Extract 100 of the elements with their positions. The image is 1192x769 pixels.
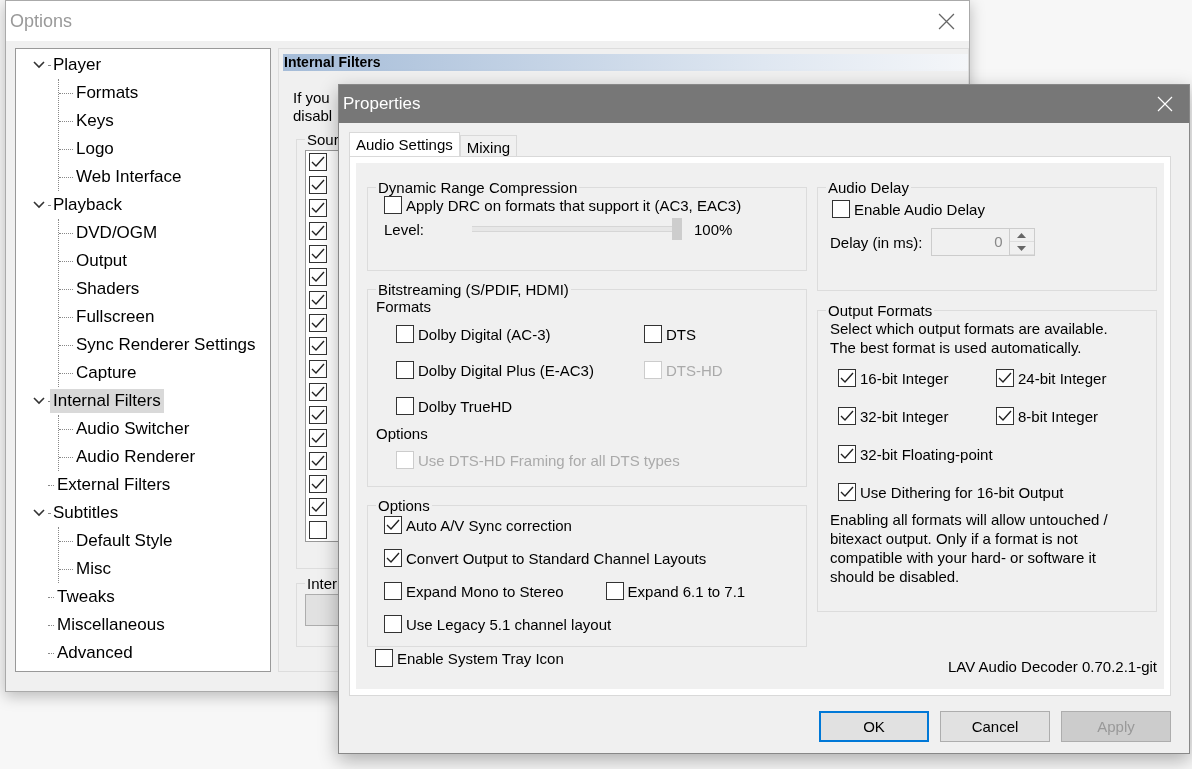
- tree-item[interactable]: Audio Renderer: [73, 445, 199, 469]
- checkmark-icon: [311, 432, 325, 444]
- tab[interactable]: Audio Settings: [349, 132, 460, 156]
- chevron-down-icon[interactable]: [33, 509, 45, 517]
- chevron-down-icon[interactable]: [33, 61, 45, 69]
- checkmark-icon: [311, 363, 325, 375]
- checkbox[interactable]: 24-bit Integer: [996, 369, 1107, 387]
- tree-item[interactable]: Misc: [73, 557, 114, 581]
- checkmark-icon: [311, 478, 325, 490]
- checkbox[interactable]: 16-bit Integer: [838, 369, 949, 387]
- checkbox[interactable]: [309, 452, 327, 470]
- checkbox[interactable]: Expand Mono to Stereo: [384, 582, 564, 600]
- tree-item[interactable]: Audio Switcher: [73, 417, 193, 441]
- checkmark-icon: [840, 448, 854, 460]
- checkbox[interactable]: [309, 429, 327, 447]
- checkmark-icon: [311, 179, 325, 191]
- group-title: Output Formats: [827, 302, 934, 319]
- close-icon[interactable]: [938, 12, 955, 30]
- checkmark-icon: [311, 225, 325, 237]
- spin-up-icon[interactable]: [1017, 232, 1026, 238]
- tab[interactable]: Mixing: [459, 135, 518, 156]
- tree-item[interactable]: Default Style: [73, 529, 176, 553]
- tree-item[interactable]: Subtitles: [50, 501, 122, 525]
- checkbox[interactable]: [309, 475, 327, 493]
- tree-item[interactable]: Output: [73, 249, 131, 273]
- checkbox[interactable]: [309, 406, 327, 424]
- tree-item[interactable]: Logo: [73, 137, 117, 161]
- checkbox[interactable]: Enable System Tray Icon: [375, 649, 564, 667]
- group-title: Audio Delay: [827, 179, 910, 196]
- checkbox[interactable]: Convert Output to Standard Channel Layouts: [384, 549, 707, 567]
- delay-label: Delay (in ms):: [830, 233, 923, 251]
- checkbox[interactable]: DTS: [644, 325, 696, 343]
- group-title: Sour: [306, 131, 340, 148]
- checkmark-icon: [311, 248, 325, 260]
- checkbox[interactable]: Use Dithering for 16-bit Output: [838, 483, 1064, 501]
- checkbox[interactable]: Use Legacy 5.1 channel layout: [384, 615, 612, 633]
- tree-item[interactable]: External Filters: [54, 473, 174, 497]
- checkbox[interactable]: [309, 337, 327, 355]
- checkbox[interactable]: [309, 199, 327, 217]
- checkbox[interactable]: 8-bit Integer: [996, 407, 1099, 425]
- checkbox[interactable]: [309, 360, 327, 378]
- tree-item[interactable]: Playback: [50, 193, 125, 217]
- checkbox[interactable]: [309, 222, 327, 240]
- checkmark-icon: [311, 317, 325, 329]
- group-title: Dynamic Range Compression: [377, 179, 579, 196]
- output-formats-note: Enabling all formats will allow untouched / bitexact output. Only if a format is not compatible with your hard- or software it should be disabled.: [830, 510, 1108, 586]
- tree-item[interactable]: Miscellaneous: [54, 613, 168, 637]
- spin-down-icon[interactable]: [1017, 245, 1026, 251]
- checkbox[interactable]: Expand 6.1 to 7.1: [605, 582, 746, 600]
- ok-button[interactable]: OK: [819, 711, 929, 742]
- dialog-button[interactable]: Cancel: [940, 711, 1050, 742]
- tree-item[interactable]: Advanced: [54, 641, 136, 665]
- tree-item[interactable]: Tweaks: [54, 585, 118, 609]
- checkbox[interactable]: [309, 314, 327, 332]
- chevron-down-icon[interactable]: [33, 397, 45, 405]
- checkbox[interactable]: [309, 176, 327, 194]
- tree-item[interactable]: Shaders: [73, 277, 143, 301]
- tree-item[interactable]: Fullscreen: [73, 305, 158, 329]
- dialog-title: Properties: [343, 94, 421, 114]
- checkbox[interactable]: Dolby TrueHD: [396, 397, 513, 415]
- checkbox[interactable]: [309, 521, 327, 539]
- tree-item[interactable]: Capture: [73, 361, 140, 385]
- subsection-label: Options: [376, 425, 428, 442]
- checkmark-icon: [840, 410, 854, 422]
- tree-item[interactable]: Internal Filters: [50, 389, 164, 413]
- tree-item[interactable]: DVD/OGM: [73, 221, 161, 245]
- subsection-label: Formats: [376, 298, 431, 315]
- checkmark-icon: [311, 156, 325, 168]
- checkmark-icon: [311, 501, 325, 513]
- checkmark-icon: [386, 519, 400, 531]
- checkbox[interactable]: [309, 498, 327, 516]
- output-formats-description: Select which output formats are available. The best format is used automatically.: [830, 319, 1108, 357]
- checkmark-icon: [311, 202, 325, 214]
- tree-item[interactable]: Sync Renderer Settings: [73, 333, 259, 357]
- checkmark-icon: [386, 552, 400, 564]
- chevron-down-icon[interactable]: [33, 201, 45, 209]
- checkmark-icon: [311, 340, 325, 352]
- group-title: Inter: [306, 575, 338, 592]
- checkbox[interactable]: 32-bit Floating-point: [838, 445, 993, 463]
- checkbox[interactable]: Apply DRC on formats that support it (AC3, EAC3): [384, 196, 742, 214]
- checkbox[interactable]: [309, 245, 327, 263]
- checkbox[interactable]: Dolby Digital (AC-3): [396, 325, 551, 343]
- checkmark-icon: [840, 372, 854, 384]
- checkbox[interactable]: [309, 153, 327, 171]
- tree-item[interactable]: Formats: [73, 81, 142, 105]
- checkmark-icon: [998, 410, 1012, 422]
- window-title: Options: [10, 10, 73, 32]
- panel-header: Internal Filters: [283, 54, 968, 71]
- group-title: Bitstreaming (S/PDIF, HDMI): [377, 281, 570, 298]
- slider-thumb[interactable]: [672, 218, 682, 240]
- checkbox[interactable]: 32-bit Integer: [838, 407, 949, 425]
- checkbox[interactable]: [309, 383, 327, 401]
- group-title: Options: [377, 497, 431, 514]
- checkbox[interactable]: Auto A/V Sync correction: [384, 516, 572, 534]
- checkbox[interactable]: Dolby Digital Plus (E-AC3): [396, 361, 594, 379]
- tree-item[interactable]: Keys: [73, 109, 117, 133]
- tree-item[interactable]: Player: [50, 53, 105, 77]
- checkbox[interactable]: [309, 291, 327, 309]
- tree-item[interactable]: Web Interface: [73, 165, 185, 189]
- checkbox[interactable]: [309, 268, 327, 286]
